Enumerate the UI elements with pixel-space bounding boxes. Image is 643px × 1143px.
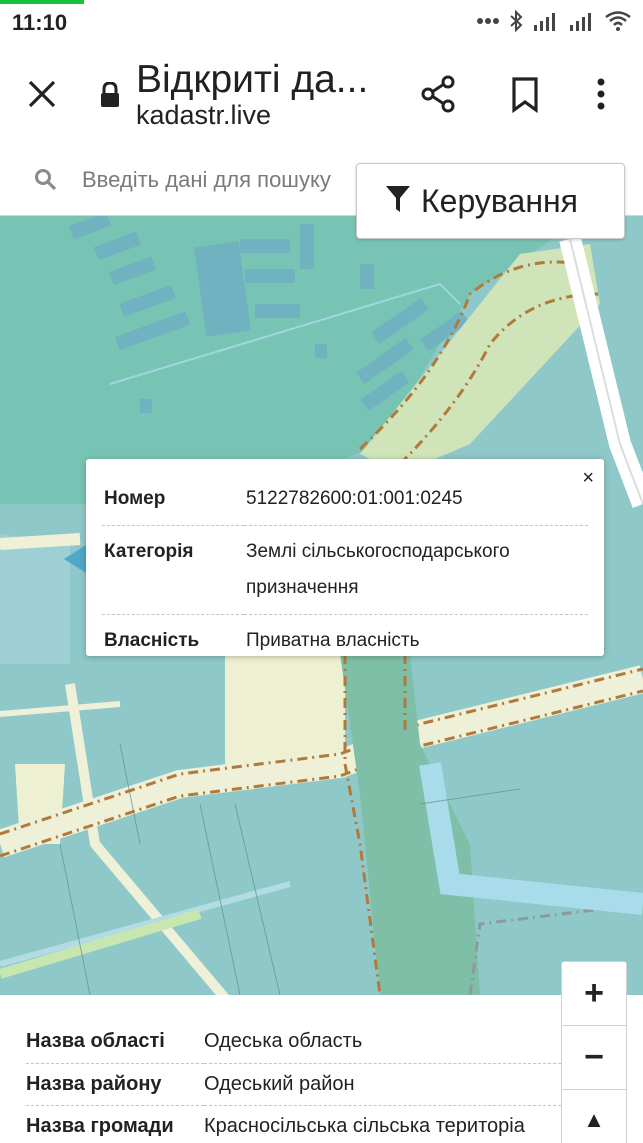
- row-key: Категорія: [102, 525, 244, 615]
- row-value: Красносільська сільська територіа: [204, 1105, 566, 1143]
- page-url[interactable]: kadastr.live: [136, 100, 271, 131]
- page-title: Відкриті да...: [136, 58, 369, 101]
- table-row: Назва громади Красносільська сільська те…: [26, 1105, 566, 1143]
- row-key: Назва громади: [26, 1105, 204, 1143]
- row-key: Назва області: [26, 1021, 204, 1064]
- share-icon[interactable]: [418, 74, 458, 119]
- row-value: Одеська область: [204, 1021, 566, 1064]
- status-icons: [477, 10, 631, 32]
- zoom-in-button[interactable]: +: [562, 962, 626, 1026]
- wifi-icon: [605, 11, 631, 31]
- lock-icon: [100, 81, 120, 113]
- zoom-controls: + − ▲: [561, 961, 627, 1143]
- table-row: Назва області Одеська область: [26, 1021, 566, 1064]
- row-value: Приватна власність: [246, 630, 420, 651]
- more-vert-icon[interactable]: [585, 74, 617, 119]
- row-value: 5122782600:01:001:0245: [244, 473, 588, 526]
- table-row: Номер 5122782600:01:001:0245: [102, 473, 588, 526]
- table-row: Назва району Одеський район: [26, 1063, 566, 1106]
- table-row: Власність Приватна власність: [102, 615, 588, 668]
- row-key: Власність: [104, 630, 200, 651]
- manage-button-label: Керування: [421, 182, 578, 219]
- bookmark-icon[interactable]: [505, 74, 545, 119]
- status-bar: 11:10: [0, 0, 643, 46]
- table-row: Категорія Землі сільськогосподарського п…: [102, 525, 588, 615]
- parcel-popup: × Номер 5122782600:01:001:0245 Категорія…: [86, 459, 604, 656]
- popup-pointer: [64, 545, 86, 573]
- compass-icon: ▲: [583, 1107, 605, 1132]
- filter-icon: [385, 184, 411, 219]
- close-icon[interactable]: [22, 74, 62, 114]
- search-input[interactable]: [82, 162, 352, 198]
- row-key: Номер: [102, 473, 244, 526]
- more-dots-icon: [477, 17, 499, 25]
- status-accent-bar: [0, 0, 84, 4]
- region-info-panel: Назва області Одеська область Назва райо…: [0, 995, 643, 1143]
- status-time: 11:10: [12, 10, 68, 35]
- row-value: Одеський район: [204, 1063, 566, 1106]
- browser-toolbar: Відкриті да... kadastr.live: [0, 46, 643, 144]
- bluetooth-icon: [509, 10, 523, 32]
- region-info-table: Назва області Одеська область Назва райо…: [26, 1021, 566, 1143]
- row-key: Назва району: [26, 1063, 204, 1106]
- search-icon[interactable]: [34, 168, 58, 197]
- signal-icon: [533, 11, 559, 31]
- compass-button[interactable]: ▲: [562, 1090, 626, 1143]
- parcel-info-table: Номер 5122782600:01:001:0245 Категорія З…: [102, 473, 588, 667]
- manage-button[interactable]: Керування: [356, 163, 625, 239]
- zoom-out-button[interactable]: −: [562, 1026, 626, 1090]
- row-value: Землі сільськогосподарського призначення: [244, 525, 588, 615]
- signal-icon: [569, 11, 595, 31]
